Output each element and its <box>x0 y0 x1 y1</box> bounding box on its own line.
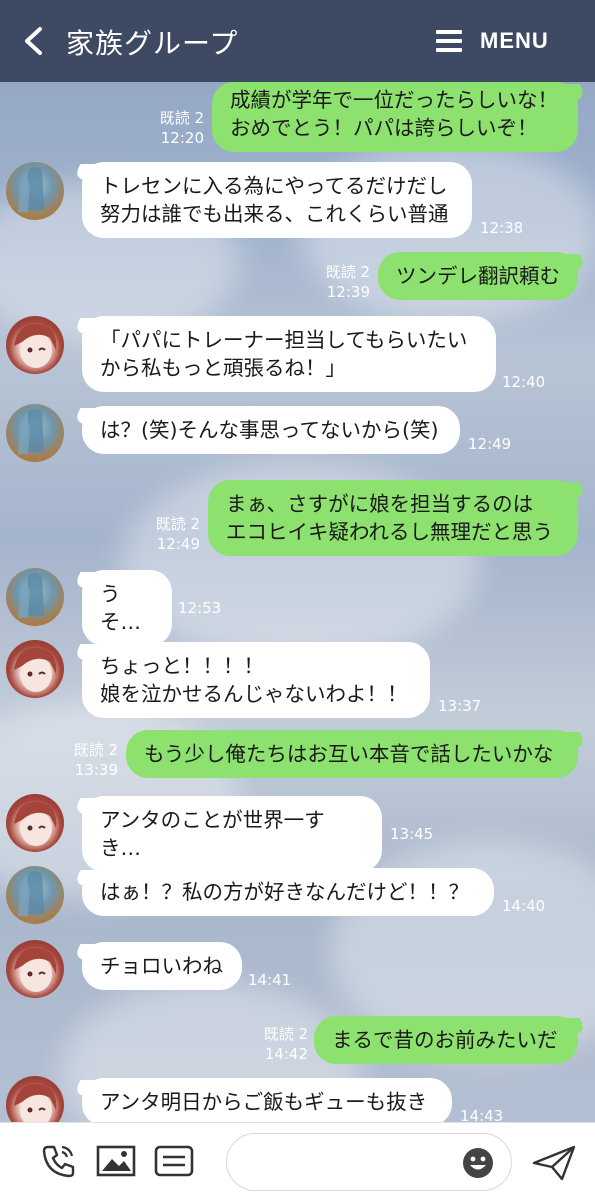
call-icon[interactable] <box>40 1143 76 1179</box>
avatar[interactable] <box>6 162 64 220</box>
message-time: 12:40 <box>502 373 546 391</box>
their-message-bubble[interactable]: 「パパにトレーナー担当してもらいたい から私もっと頑張るね！」 <box>82 316 496 392</box>
read-receipt: 既読 2 <box>73 741 118 759</box>
their-message-bubble[interactable]: ちょっと！！！！ 娘を泣かせるんじゃないわよ！！ <box>82 642 430 718</box>
my-message-bubble[interactable]: ツンデレ翻訳頼む <box>378 252 578 300</box>
message-time: 14:40 <box>502 897 546 915</box>
message-time: 14:42 <box>264 1045 308 1063</box>
image-icon[interactable] <box>96 1145 136 1177</box>
read-receipt: 既読 2 <box>263 1025 308 1043</box>
read-receipt: 既読 2 <box>159 109 204 127</box>
message-time: 12:49 <box>156 535 200 553</box>
back-arrow-icon[interactable] <box>22 27 44 55</box>
emoji-icon[interactable] <box>462 1147 494 1179</box>
avatar[interactable] <box>6 640 64 698</box>
message-time: 12:53 <box>178 599 222 617</box>
send-icon[interactable] <box>532 1145 576 1181</box>
message-time: 13:39 <box>74 761 118 779</box>
their-message-bubble[interactable]: チョロいわね <box>82 942 242 990</box>
keyboard-icon[interactable] <box>154 1145 194 1177</box>
my-message-bubble[interactable]: 成績が学年で一位だったらしいな！ おめでとう！パパは誇らしいぞ！ <box>212 82 578 152</box>
their-message-bubble[interactable]: はぁ！？私の方が好きなんだけど！！？ <box>82 868 494 916</box>
read-receipt: 既読 2 <box>325 263 370 281</box>
message-time: 13:37 <box>438 697 482 715</box>
hamburger-icon <box>436 30 462 52</box>
message-time: 14:41 <box>248 971 292 989</box>
avatar[interactable] <box>6 866 64 924</box>
avatar[interactable] <box>6 316 64 374</box>
avatar[interactable] <box>6 404 64 462</box>
chat-title: 家族グループ <box>66 27 239 60</box>
their-message-bubble[interactable]: トレセンに入る為にやってるだけだし 努力は誰でも出来る、これくらい普通 <box>82 162 472 238</box>
message-time: 13:45 <box>390 825 434 843</box>
their-message-bubble[interactable]: アンタのことが世界一すき… <box>82 796 382 872</box>
message-time: 12:38 <box>480 219 524 237</box>
avatar[interactable] <box>6 794 64 852</box>
my-message-bubble[interactable]: まるで昔のお前みたいだ <box>314 1016 578 1064</box>
avatar[interactable] <box>6 568 64 626</box>
message-time: 12:39 <box>326 283 370 301</box>
my-message-bubble[interactable]: もう少し俺たちはお互い本音で話したいかな <box>126 730 578 778</box>
read-receipt: 既読 2 <box>155 515 200 533</box>
menu-button[interactable]: MENU <box>436 28 549 54</box>
their-message-bubble[interactable]: うそ… <box>82 570 172 646</box>
my-message-bubble[interactable]: まぁ、さすがに娘を担当するのは エコヒイキ疑われるし無理だと思う <box>208 480 578 556</box>
menu-label: MENU <box>480 28 549 53</box>
their-message-bubble[interactable]: は？(笑)そんな事思ってないから(笑) <box>82 406 460 454</box>
their-message-bubble[interactable]: アンタ明日からご飯もギューも抜き <box>82 1078 452 1126</box>
chat-header: 家族グループ MENU <box>0 0 595 82</box>
message-time: 12:49 <box>468 435 512 453</box>
avatar[interactable] <box>6 940 64 998</box>
message-time: 12:20 <box>160 129 204 147</box>
input-toolbar <box>0 1122 595 1200</box>
